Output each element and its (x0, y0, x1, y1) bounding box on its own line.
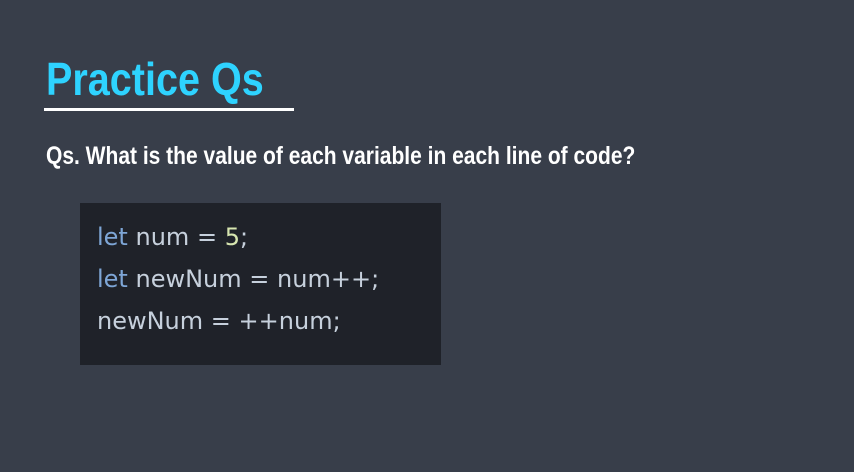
assign-operator: = (249, 265, 270, 293)
keyword-let: let (97, 223, 128, 251)
number-literal: 5 (224, 223, 240, 251)
code-line-3: newNum = ++num; (97, 307, 341, 335)
slide-title: Practice Qs (46, 53, 264, 105)
variable-name: newNum (97, 307, 204, 335)
slide: Practice Qs Qs. What is the value of eac… (0, 0, 854, 472)
expression: num++ (277, 265, 372, 293)
expression: ++num (238, 307, 333, 335)
semicolon: ; (371, 265, 380, 293)
code-block: let num = 5; let newNum = num++; newNum … (80, 203, 441, 365)
code-line-1: let num = 5; (97, 223, 248, 251)
semicolon: ; (239, 223, 249, 251)
semicolon: ; (332, 307, 341, 335)
variable-name: num (135, 223, 190, 251)
variable-name: newNum (135, 265, 242, 293)
code-line-2: let newNum = num++; (97, 265, 379, 293)
assign-operator: = (210, 307, 231, 335)
question-text: Qs. What is the value of each variable i… (46, 142, 636, 170)
keyword-let: let (97, 265, 128, 293)
assign-operator: = (196, 223, 218, 251)
title-underline (44, 108, 294, 111)
